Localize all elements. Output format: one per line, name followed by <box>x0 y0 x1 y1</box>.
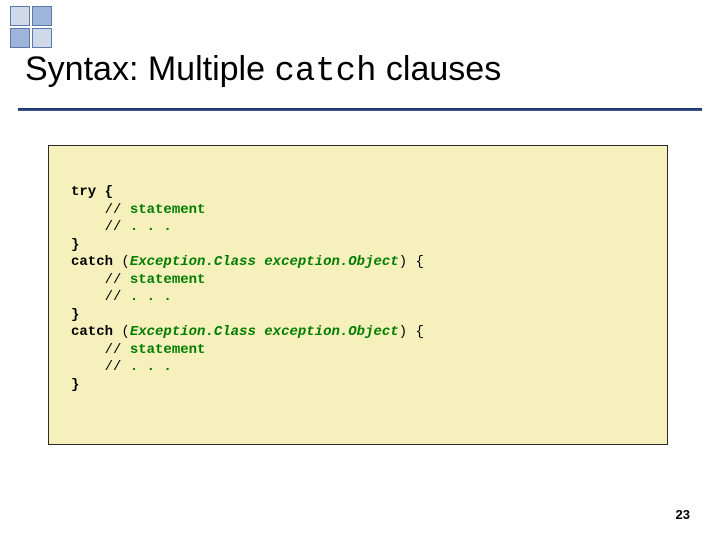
code-indent: // <box>71 289 130 305</box>
code-exception-class: Exception.Class <box>130 324 256 340</box>
code-line: } <box>71 307 79 323</box>
title-prefix: Syntax: Multiple <box>25 50 274 88</box>
code-indent: // <box>71 272 130 288</box>
slide: Syntax: Multiple catch clauses try { // … <box>0 0 720 540</box>
code-exception-class: Exception.Class <box>130 254 256 270</box>
code-statement: statement <box>130 272 206 288</box>
code-exception-object: exception.Object <box>264 254 398 270</box>
title-underline <box>18 108 702 111</box>
code-line: try { <box>71 184 113 200</box>
code-keyword: catch <box>71 254 121 270</box>
title-mono: catch <box>274 53 376 91</box>
code-exception-object: exception.Object <box>264 324 398 340</box>
code-keyword: catch <box>71 324 121 340</box>
code-space <box>256 324 264 340</box>
code-ellipsis: . . . <box>130 289 172 305</box>
page-number: 23 <box>676 507 690 522</box>
code-statement: statement <box>130 202 206 218</box>
code-line: } <box>71 237 79 253</box>
code-paren: ( <box>121 324 129 340</box>
code-paren: ) { <box>399 254 424 270</box>
title-suffix: clauses <box>376 50 501 88</box>
code-indent: // <box>71 359 130 375</box>
code-line: } <box>71 377 79 393</box>
code-ellipsis: . . . <box>130 359 172 375</box>
code-indent: // <box>71 202 130 218</box>
code-space <box>256 254 264 270</box>
code-statement: statement <box>130 342 206 358</box>
code-paren: ) { <box>399 324 424 340</box>
slide-title: Syntax: Multiple catch clauses <box>25 50 695 91</box>
code-paren: ( <box>121 254 129 270</box>
corner-decoration <box>10 6 74 48</box>
code-indent: // <box>71 219 130 235</box>
code-box: try { // statement // . . . } catch (Exc… <box>48 145 668 445</box>
code-ellipsis: . . . <box>130 219 172 235</box>
code-block: try { // statement // . . . } catch (Exc… <box>71 184 645 394</box>
code-indent: // <box>71 342 130 358</box>
